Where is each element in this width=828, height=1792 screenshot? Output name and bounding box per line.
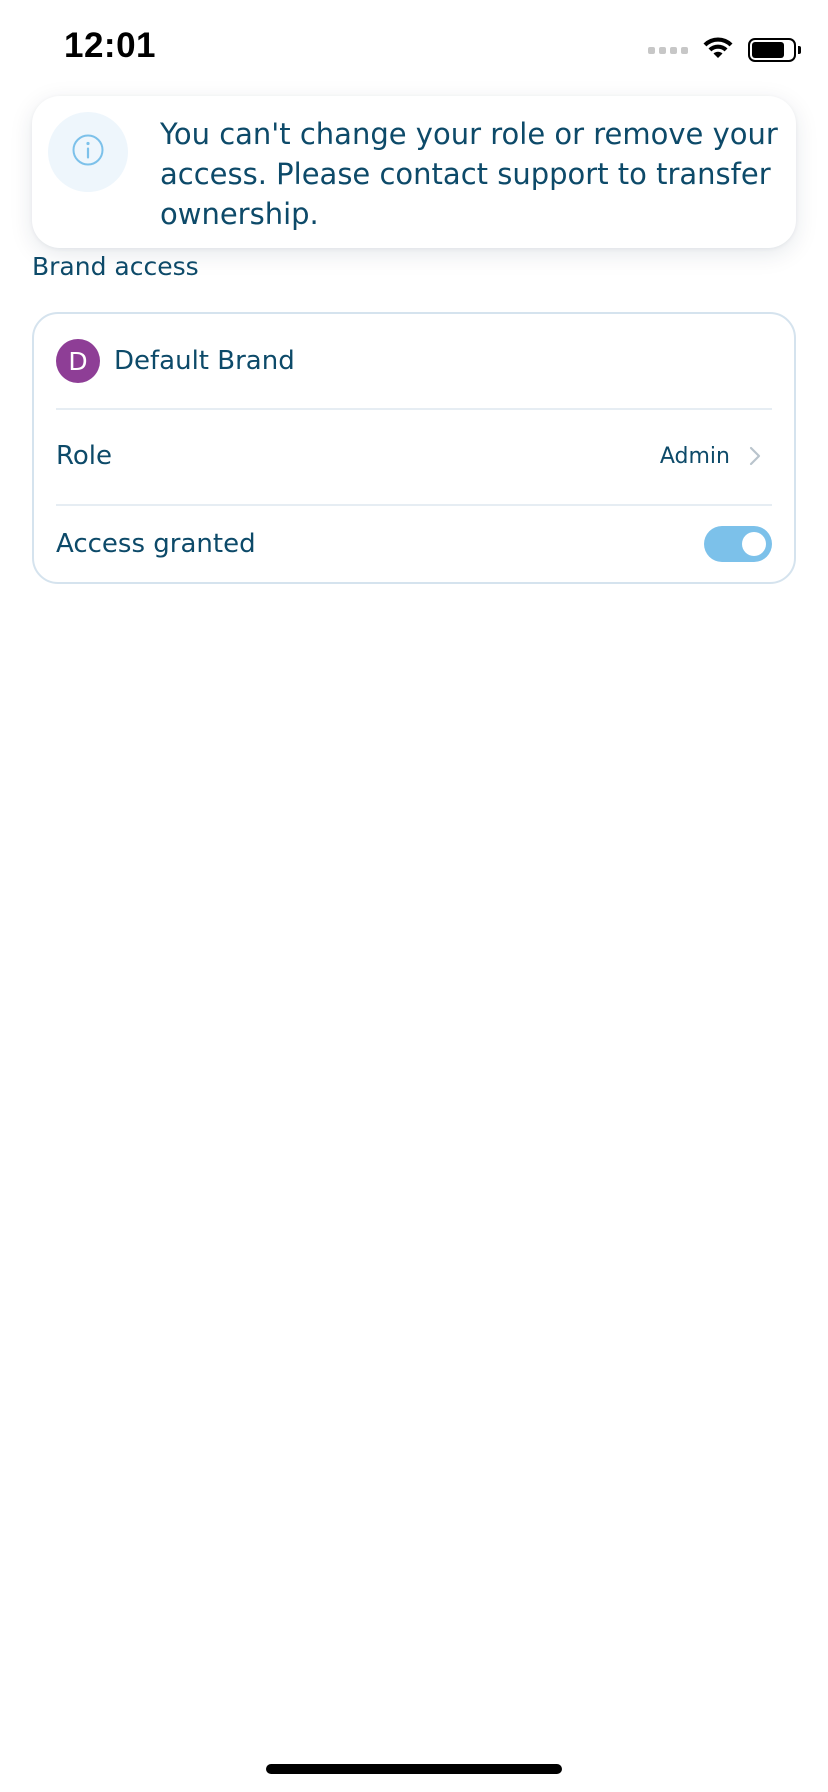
status-time: 12:01: [64, 26, 157, 65]
info-icon-badge: [48, 112, 128, 192]
cellular-signal-icon: [648, 46, 688, 54]
battery-level: [752, 42, 784, 58]
brand-access-card: D Default Brand Role Admin Access grante…: [32, 312, 796, 584]
access-toggle[interactable]: [704, 526, 772, 562]
access-label: Access granted: [56, 529, 256, 559]
role-value-group: Admin: [660, 444, 772, 469]
brand-avatar: D: [56, 339, 100, 383]
brand-row: D Default Brand: [56, 314, 772, 408]
role-value: Admin: [659, 443, 730, 469]
status-icons: [648, 36, 801, 64]
access-row: Access granted: [56, 504, 772, 584]
brand-name: Default Brand: [114, 346, 295, 376]
status-bar: 12:01: [0, 0, 828, 100]
info-icon: [71, 133, 105, 171]
home-indicator[interactable]: [266, 1764, 562, 1774]
ownership-notice: You can't change your role or remove you…: [32, 96, 796, 248]
section-title: Brand access: [32, 252, 199, 281]
chevron-right-icon: [748, 445, 762, 467]
battery-icon: [748, 38, 801, 62]
toggle-knob: [742, 532, 766, 556]
notice-message: You can't change your role or remove you…: [160, 117, 778, 231]
role-label: Role: [56, 441, 113, 471]
brand-access-screen: 12:01 You can't change your role or remo…: [0, 0, 828, 1792]
wifi-icon: [702, 36, 734, 64]
role-row[interactable]: Role Admin: [56, 408, 772, 504]
